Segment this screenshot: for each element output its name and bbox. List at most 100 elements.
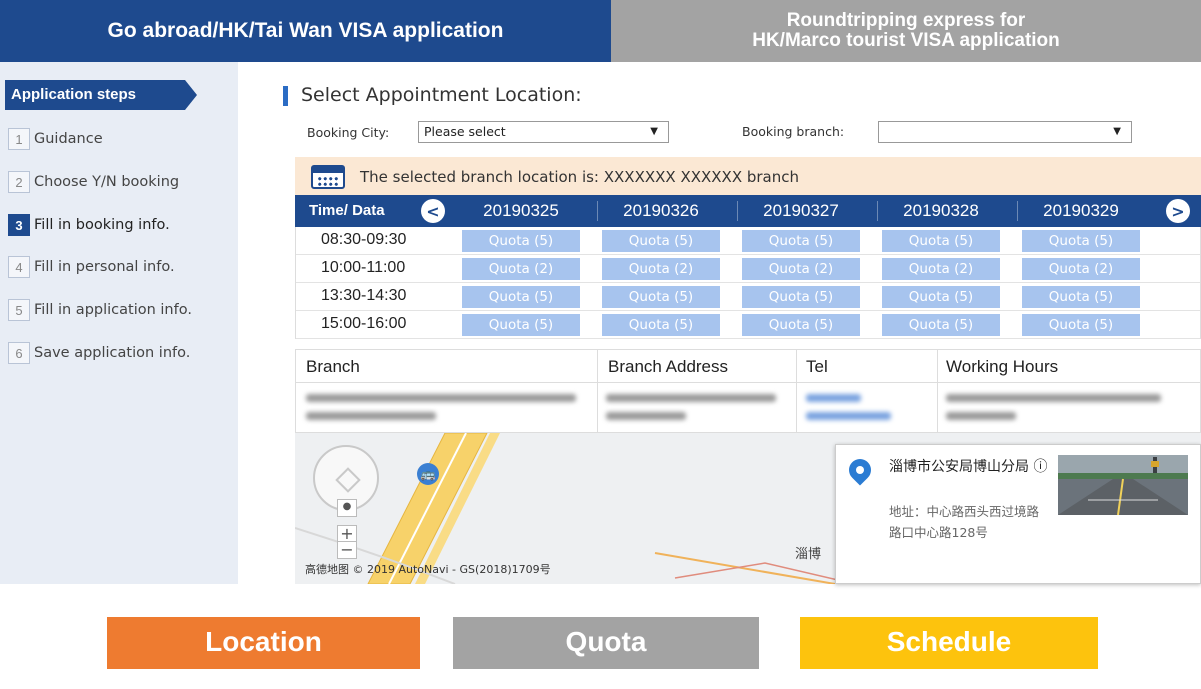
- branch-column-header: Branch: [306, 357, 360, 376]
- steps-sidebar: Application steps 1 Guidance 2 Choose Y/…: [0, 62, 238, 584]
- quota-cell[interactable]: Quota (5): [882, 314, 1000, 336]
- quota-cell[interactable]: Quota (5): [742, 230, 860, 252]
- quota-cell[interactable]: Quota (2): [462, 258, 580, 280]
- tab-express-application[interactable]: Roundtripping express for HK/Marco touri…: [611, 0, 1201, 62]
- step-label: Save application info.: [34, 345, 191, 361]
- quota-cell[interactable]: Quota (5): [462, 230, 580, 252]
- steps-header-arrow: [185, 80, 197, 110]
- branch-table: Branch Branch Address Tel Working Hours: [295, 349, 1201, 434]
- date-header: 20190326: [623, 201, 699, 220]
- booking-branch-label: Booking branch:: [742, 124, 845, 139]
- quota-cell[interactable]: Quota (2): [882, 258, 1000, 280]
- quota-cell[interactable]: Quota (5): [882, 286, 1000, 308]
- time-slot: 10:00-11:00: [321, 259, 406, 276]
- hours-column-header: Working Hours: [946, 357, 1059, 376]
- booking-city-value: Please select: [424, 124, 506, 139]
- redacted-branch-address: [606, 412, 686, 420]
- redacted-branch-name: [306, 394, 576, 402]
- quota-cell[interactable]: Quota (5): [602, 230, 720, 252]
- step-choose-booking[interactable]: 2 Choose Y/N booking: [8, 171, 179, 193]
- address-column-header: Branch Address: [608, 357, 729, 376]
- map-info-popup: 淄博市公安局博山分局 ⓘ 地址：中心路西头西过境路路口中心路128号: [835, 444, 1201, 584]
- chevron-down-icon: ▼: [1113, 126, 1121, 137]
- next-week-button[interactable]: >: [1166, 199, 1190, 223]
- schedule-header: Time/ Data < 20190325 20190326 20190327 …: [295, 195, 1201, 227]
- time-slot: 13:30-14:30: [321, 287, 407, 304]
- zoom-out-button[interactable]: −: [337, 541, 357, 559]
- schedule-grid: 08:30-09:30 Quota (5) Quota (5) Quota (5…: [295, 227, 1201, 339]
- time-slot-row: 08:30-09:30 Quota (5) Quota (5) Quota (5…: [296, 227, 1200, 255]
- quota-cell[interactable]: Quota (2): [602, 258, 720, 280]
- quota-cell[interactable]: Quota (5): [742, 314, 860, 336]
- step-number: 2: [8, 171, 30, 193]
- step-number: 3: [8, 214, 30, 236]
- quota-cell[interactable]: Quota (2): [1022, 258, 1140, 280]
- selected-branch-banner: The selected branch location is: XXXXXXX…: [295, 157, 1201, 195]
- tab-express-line1: Roundtripping express for: [786, 10, 1026, 31]
- step-number: 1: [8, 128, 30, 150]
- step-number: 4: [8, 256, 30, 278]
- step-number: 6: [8, 342, 30, 364]
- quota-button[interactable]: Quota: [453, 617, 759, 669]
- step-label: Fill in booking info.: [34, 217, 170, 233]
- redacted-branch-address: [606, 394, 776, 402]
- tab-visa-application[interactable]: Go abroad/HK/Tai Wan VISA application: [0, 0, 611, 62]
- date-header: 20190328: [903, 201, 979, 220]
- street-photo-art: [1058, 455, 1188, 515]
- step-label: Guidance: [34, 131, 103, 147]
- time-slot-row: 13:30-14:30 Quota (5) Quota (5) Quota (5…: [296, 283, 1200, 311]
- redacted-working-hours: [946, 394, 1161, 402]
- quota-cell[interactable]: Quota (5): [602, 314, 720, 336]
- quota-cell[interactable]: Quota (5): [1022, 286, 1140, 308]
- step-personal-info[interactable]: 4 Fill in personal info.: [8, 256, 175, 278]
- location-pin-icon: [844, 454, 876, 486]
- date-header: 20190325: [483, 201, 559, 220]
- time-column-header: Time/ Data: [309, 202, 385, 219]
- time-slot: 15:00-16:00: [321, 315, 407, 332]
- popup-title: 淄博市公安局博山分局 ⓘ: [889, 459, 1048, 475]
- map-copyright: 高德地图 © 2019 AutoNavi - GS(2018)1709号: [305, 563, 551, 576]
- quota-cell[interactable]: Quota (5): [462, 286, 580, 308]
- booking-city-select[interactable]: Please select ▼: [418, 121, 669, 143]
- date-header: 20190329: [1043, 201, 1119, 220]
- step-booking-info[interactable]: 3 Fill in booking info.: [8, 214, 170, 236]
- step-application-info[interactable]: 5 Fill in application info.: [8, 299, 192, 321]
- step-number: 5: [8, 299, 30, 321]
- step-save-application[interactable]: 6 Save application info.: [8, 342, 190, 364]
- tab-express-line2: HK/Marco tourist VISA application: [752, 30, 1060, 51]
- quota-cell[interactable]: Quota (5): [1022, 230, 1140, 252]
- booking-branch-select[interactable]: ▼: [878, 121, 1132, 143]
- location-button[interactable]: Location: [107, 617, 420, 669]
- steps-header: Application steps: [5, 80, 185, 110]
- quota-cell[interactable]: Quota (5): [462, 314, 580, 336]
- time-slot: 08:30-09:30: [321, 231, 407, 248]
- prev-week-button[interactable]: <: [421, 199, 445, 223]
- date-header: 20190327: [763, 201, 839, 220]
- calendar-icon: [311, 165, 345, 189]
- redacted-tel[interactable]: [806, 394, 861, 402]
- bus-station-icon: 🚌: [417, 463, 439, 485]
- quota-cell[interactable]: Quota (5): [1022, 314, 1140, 336]
- quota-cell[interactable]: Quota (5): [742, 286, 860, 308]
- redacted-branch-name: [306, 412, 436, 420]
- tel-column-header: Tel: [806, 357, 828, 376]
- step-guidance[interactable]: 1 Guidance: [8, 128, 103, 150]
- redacted-working-hours: [946, 412, 1016, 420]
- step-label: Choose Y/N booking: [34, 174, 180, 190]
- booking-city-label: Booking City:: [307, 125, 390, 140]
- redacted-tel[interactable]: [806, 412, 891, 420]
- tab-visa-application-label: Go abroad/HK/Tai Wan VISA application: [107, 19, 504, 42]
- selected-branch-text: The selected branch location is: XXXXXXX…: [360, 168, 800, 186]
- quota-cell[interactable]: Quota (2): [742, 258, 860, 280]
- street-view-photo: [1058, 455, 1188, 515]
- time-slot-row: 15:00-16:00 Quota (5) Quota (5) Quota (5…: [296, 311, 1200, 339]
- map-place-label: 淄博: [795, 547, 822, 562]
- visa-booking-page: Go abroad/HK/Tai Wan VISA application Ro…: [0, 0, 1201, 689]
- schedule-button[interactable]: Schedule: [800, 617, 1098, 669]
- step-label: Fill in personal info.: [34, 259, 175, 275]
- quota-cell[interactable]: Quota (5): [602, 286, 720, 308]
- quota-cell[interactable]: Quota (5): [882, 230, 1000, 252]
- time-slot-row: 10:00-11:00 Quota (2) Quota (2) Quota (2…: [296, 255, 1200, 283]
- map-locate-button[interactable]: ●: [337, 499, 357, 517]
- chevron-down-icon: ▼: [650, 126, 658, 137]
